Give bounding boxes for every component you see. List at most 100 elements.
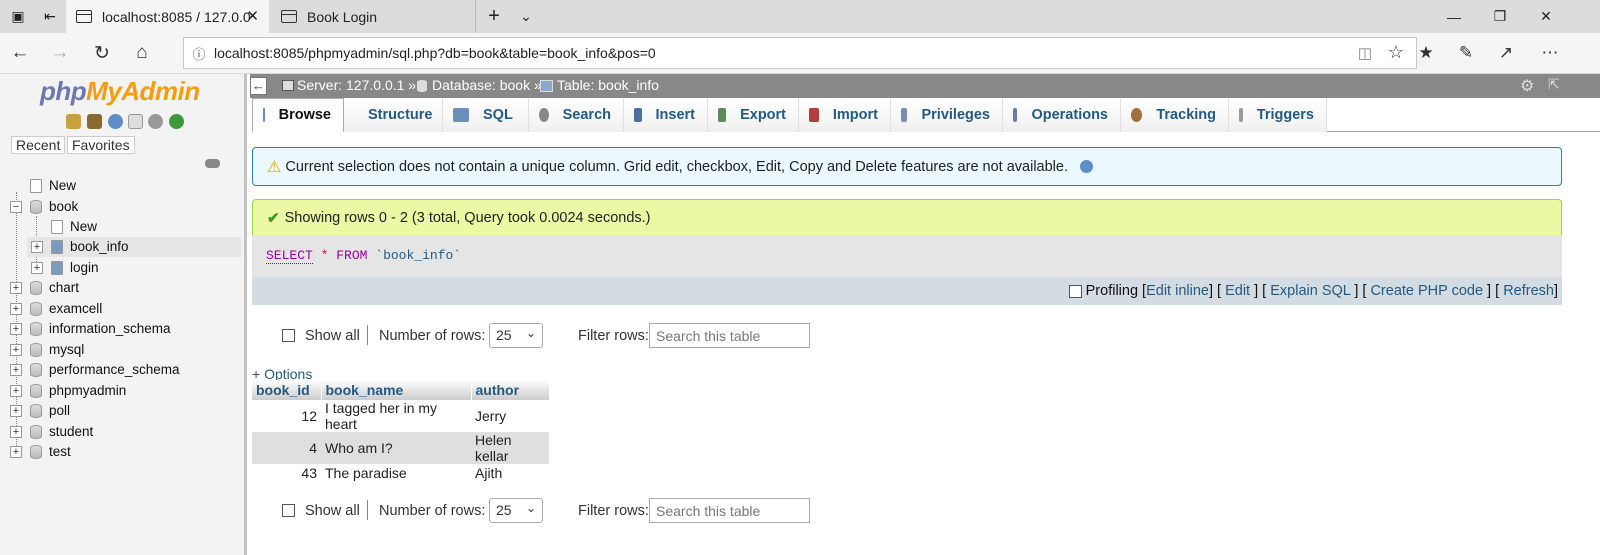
tree-item-new[interactable]: New xyxy=(0,176,244,196)
tab-triggers[interactable]: Triggers xyxy=(1229,98,1327,132)
minimize-icon[interactable]: — xyxy=(1431,0,1477,33)
tab-actions-icon[interactable]: ▣ xyxy=(2,0,34,33)
favorites-button[interactable]: Favorites xyxy=(67,136,135,154)
tree-item-phpmyadmin[interactable]: + phpmyadmin xyxy=(0,381,244,401)
home-icon[interactable] xyxy=(66,114,81,129)
expand-icon[interactable]: + xyxy=(10,426,22,438)
logout-icon[interactable] xyxy=(87,114,102,129)
expand-icon[interactable]: + xyxy=(10,303,22,315)
help-icon[interactable] xyxy=(108,114,123,129)
reading-view-icon[interactable]: ◫ xyxy=(1358,44,1372,62)
expand-icon[interactable]: + xyxy=(10,282,22,294)
sql-query-box: SELECT * FROM `book_info` xyxy=(252,235,1562,277)
expand-icon[interactable]: + xyxy=(31,262,43,274)
collapse-panel-icon[interactable]: ← xyxy=(250,77,267,95)
tab-operations[interactable]: Operations xyxy=(1003,98,1121,132)
share-icon[interactable]: ↗ xyxy=(1486,33,1526,73)
triggers-icon xyxy=(1239,108,1243,122)
expand-icon[interactable]: + xyxy=(10,364,22,376)
expand-icon[interactable]: + xyxy=(10,405,22,417)
number-of-rows-select[interactable]: 25 ⌄ xyxy=(489,498,543,523)
edit-link[interactable]: Edit xyxy=(1225,283,1250,299)
tree-item-information-schema[interactable]: + information_schema xyxy=(0,319,244,339)
favorite-star-icon[interactable]: ☆ xyxy=(1388,42,1404,63)
database-icon xyxy=(30,425,42,439)
tab-sql[interactable]: SQL xyxy=(443,98,529,132)
edit-inline-link[interactable]: Edit inline xyxy=(1146,283,1209,299)
new-tab-icon[interactable]: + xyxy=(478,0,510,33)
collapse-top-icon[interactable]: ⇱ xyxy=(1548,76,1560,93)
tree-item-student[interactable]: + student xyxy=(0,422,244,442)
help-icon[interactable] xyxy=(1080,160,1093,173)
tab-tracking[interactable]: Tracking xyxy=(1121,98,1229,132)
refresh-icon[interactable]: ↻ xyxy=(82,33,122,73)
tree-item-login[interactable]: + login xyxy=(0,258,244,278)
chevron-down-icon: ⌄ xyxy=(525,326,536,340)
filter-rows-input[interactable]: Search this table xyxy=(649,498,810,523)
tree-item-chart[interactable]: + chart xyxy=(0,278,244,298)
tree-item-mysql[interactable]: + mysql xyxy=(0,340,244,360)
show-all-checkbox[interactable] xyxy=(282,329,295,342)
expand-icon[interactable]: + xyxy=(10,344,22,356)
show-all-label: Show all xyxy=(305,328,360,344)
expand-icon[interactable]: + xyxy=(10,323,22,335)
tab-import[interactable]: Import xyxy=(799,98,891,132)
tree-item-examcell[interactable]: + examcell xyxy=(0,299,244,319)
tree-item-poll[interactable]: + poll xyxy=(0,401,244,421)
tab-export[interactable]: Export xyxy=(708,98,799,132)
breadcrumb-server[interactable]: Server: 127.0.0.1 » xyxy=(297,77,416,93)
column-header-author[interactable]: author xyxy=(471,380,550,400)
breadcrumb-table[interactable]: Table: book_info xyxy=(557,77,659,93)
gear-icon[interactable]: ⚙ xyxy=(1520,76,1534,96)
filter-rows-input[interactable]: Search this table xyxy=(649,323,810,348)
pen-icon[interactable]: ✎ xyxy=(1446,33,1486,73)
tab-structure[interactable]: Structure xyxy=(344,98,443,132)
tab-list-chevron-icon[interactable]: ⌄ xyxy=(510,0,542,33)
refresh-link[interactable]: Refresh xyxy=(1503,283,1554,299)
expand-icon[interactable]: + xyxy=(10,385,22,397)
recent-button[interactable]: Recent xyxy=(11,136,66,154)
close-window-icon[interactable]: ✕ xyxy=(1523,0,1569,33)
table-icon xyxy=(51,240,63,254)
home-icon[interactable]: ⌂ xyxy=(122,33,162,73)
tab-insert[interactable]: Insert xyxy=(624,98,708,132)
collapse-icon[interactable]: − xyxy=(10,201,22,213)
close-tab-icon[interactable]: ✕ xyxy=(246,7,259,25)
profiling-checkbox[interactable] xyxy=(1068,284,1082,298)
tree-item-new-table[interactable]: New xyxy=(0,217,244,237)
browser-tab[interactable]: Book Login xyxy=(271,0,476,33)
tree-item-test[interactable]: + test xyxy=(0,442,244,462)
expand-icon[interactable]: + xyxy=(10,446,22,458)
tabs-aside-icon[interactable]: ⇤ xyxy=(34,0,66,33)
tree-item-performance-schema[interactable]: + performance_schema xyxy=(0,360,244,380)
import-icon xyxy=(809,108,819,122)
browser-tab-active[interactable]: localhost:8085 / 127.0.0 ✕ xyxy=(66,0,269,33)
forward-icon[interactable]: → xyxy=(40,33,80,73)
expand-icon[interactable]: + xyxy=(31,241,43,253)
restore-icon[interactable]: ❐ xyxy=(1477,0,1523,33)
url-field[interactable]: ⓘ localhost:8085/phpmyadmin/sql.php?db=b… xyxy=(183,37,1417,69)
number-of-rows-label: Number of rows: xyxy=(379,503,486,519)
create-php-code-link[interactable]: Create PHP code xyxy=(1370,283,1483,299)
tree-item-book-info[interactable]: + book_info xyxy=(27,237,241,257)
phpmyadmin-logo[interactable]: phpMyAdmin xyxy=(40,76,200,107)
link-icon[interactable] xyxy=(205,159,220,168)
tab-browse[interactable]: Browse xyxy=(252,98,344,132)
back-icon[interactable]: ← xyxy=(0,33,40,73)
number-of-rows-select[interactable]: 25 ⌄ xyxy=(489,323,543,348)
explain-sql-link[interactable]: Explain SQL xyxy=(1270,283,1350,299)
tab-search[interactable]: Search xyxy=(529,98,624,132)
tree-item-book[interactable]: − book xyxy=(0,197,244,217)
breadcrumb-database[interactable]: Database: book » xyxy=(432,77,542,93)
docs-icon[interactable] xyxy=(128,114,143,129)
tab-privileges[interactable]: Privileges xyxy=(891,98,1003,132)
column-header-book-name[interactable]: book_name xyxy=(321,380,472,400)
database-icon xyxy=(417,80,427,92)
favorites-list-icon[interactable]: ★ xyxy=(1406,33,1446,73)
info-icon[interactable]: ⓘ xyxy=(184,44,214,63)
column-header-book-id[interactable]: book_id xyxy=(252,380,322,400)
reload-icon[interactable] xyxy=(169,114,184,129)
show-all-checkbox[interactable] xyxy=(282,504,295,517)
more-icon[interactable]: ⋯ xyxy=(1530,33,1570,73)
settings-icon[interactable] xyxy=(148,114,163,129)
